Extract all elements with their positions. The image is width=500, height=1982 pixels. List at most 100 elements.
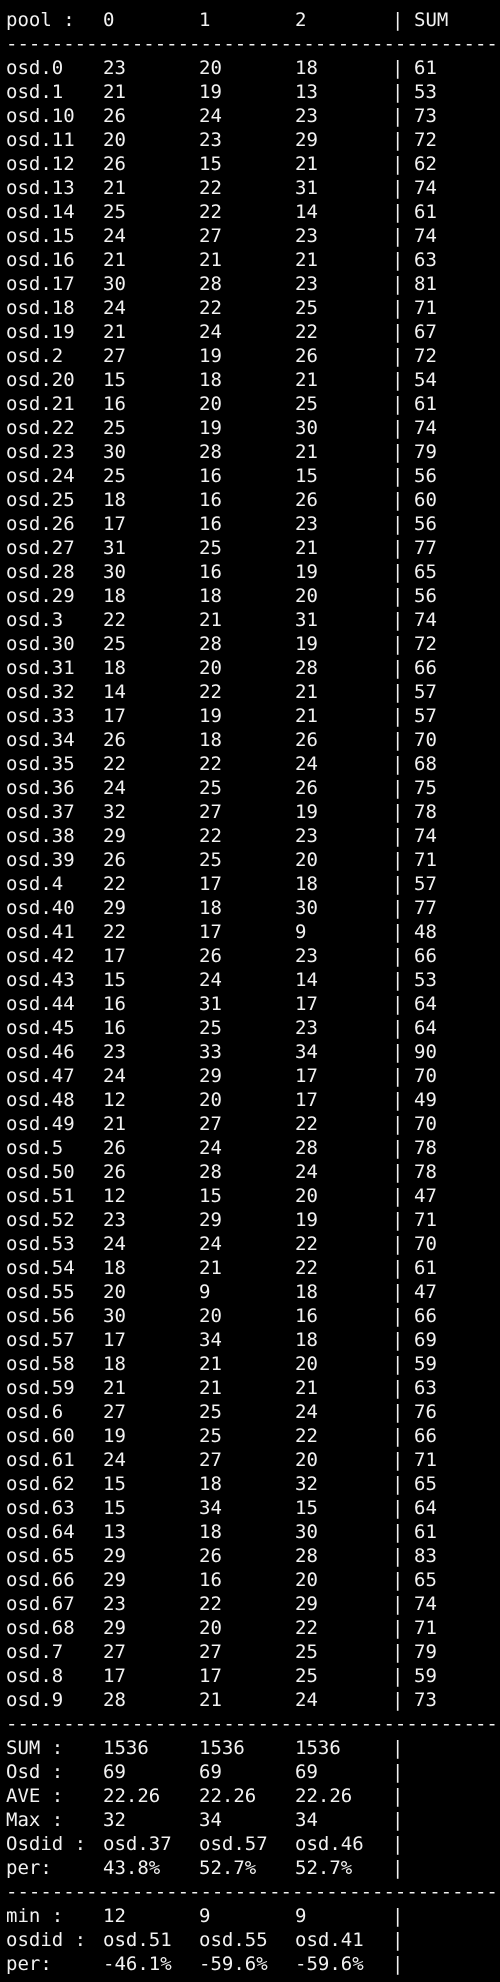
row-label: osd.28 (6, 561, 75, 583)
cell-bar: | (392, 1449, 404, 1471)
cell-pool-2: 30 (295, 897, 318, 919)
cell-pool-0: 24 (103, 225, 126, 247)
cell-bar: | (392, 1665, 404, 1687)
cell-bar: | (392, 1233, 404, 1255)
cell-pool-1: 18 (199, 1473, 222, 1495)
cell-pool-1: 22.26 (199, 1785, 257, 1807)
cell-pool-2: 18 (295, 1281, 318, 1303)
cell-pool-1: 24 (199, 321, 222, 343)
cell-bar: | (392, 1905, 404, 1927)
cell-pool-1: 24 (199, 1137, 222, 1159)
cell-pool-2: 23 (295, 825, 318, 847)
cell-pool-2: 69 (295, 1761, 318, 1783)
cell-bar: | (392, 609, 404, 631)
table-row: osd.38 29 22 23 | 74 (6, 824, 500, 848)
cell-sum: 68 (414, 753, 437, 775)
cell-pool-0: 21 (103, 1113, 126, 1135)
summary-row: Osd : 69 69 69 | (6, 1760, 500, 1784)
cell-pool-0: 24 (103, 1065, 126, 1087)
row-label: min : (6, 1905, 64, 1927)
cell-bar: | (392, 153, 404, 175)
cell-bar: | (392, 1857, 404, 1879)
table-row: osd.5 26 24 28 | 78 (6, 1136, 500, 1160)
cell-pool-0: 21 (103, 1377, 126, 1399)
cell-sum: 67 (414, 321, 437, 343)
cell-bar: | (392, 369, 404, 391)
cell-bar: | (392, 1377, 404, 1399)
table-row: osd.46 23 33 34 | 90 (6, 1040, 500, 1064)
row-label: osd.39 (6, 849, 75, 871)
summary-row: per: 43.8% 52.7% 52.7% | (6, 1856, 500, 1880)
table-row: osd.56 30 20 16 | 66 (6, 1304, 500, 1328)
cell-pool-0: 32 (103, 1809, 126, 1831)
cell-bar: | (392, 585, 404, 607)
row-label: per: (6, 1953, 52, 1975)
row-label: osd.53 (6, 1233, 75, 1255)
cell-pool-0: 26 (103, 1137, 126, 1159)
row-label: osd.66 (6, 1569, 75, 1591)
cell-pool-0: 43.8% (103, 1857, 161, 1879)
table-row: osd.37 32 27 19 | 78 (6, 800, 500, 824)
cell-pool-1: 9 (199, 1905, 211, 1927)
cell-pool-1: 25 (199, 849, 222, 871)
cell-bar: | (392, 1209, 404, 1231)
row-label: osd.57 (6, 1329, 75, 1351)
cell-pool-2: 17 (295, 1089, 318, 1111)
summary-row: Max : 32 34 34 | (6, 1808, 500, 1832)
cell-bar: | (392, 1641, 404, 1663)
table-row: osd.54 18 21 22 | 61 (6, 1256, 500, 1280)
cell-bar: | (392, 753, 404, 775)
cell-pool-2: 21 (295, 369, 318, 391)
table-row: osd.2 27 19 26 | 72 (6, 344, 500, 368)
cell-pool-2: 22 (295, 1257, 318, 1279)
cell-bar: | (392, 1617, 404, 1639)
table-row: osd.14 25 22 14 | 61 (6, 200, 500, 224)
cell-pool-0: 24 (103, 1233, 126, 1255)
cell-sum: 71 (414, 297, 437, 319)
table-row: osd.66 29 16 20 | 65 (6, 1568, 500, 1592)
cell-pool-0: 18 (103, 1257, 126, 1279)
row-label: osd.42 (6, 945, 75, 967)
cell-sum: 56 (414, 585, 437, 607)
cell-pool-1: 20 (199, 1089, 222, 1111)
cell-pool-2: 22 (295, 1113, 318, 1135)
cell-pool-1: 29 (199, 1209, 222, 1231)
cell-pool-0: osd.51 (103, 1929, 172, 1951)
cell-pool-0: 17 (103, 1329, 126, 1351)
table-row: osd.21 16 20 25 | 61 (6, 392, 500, 416)
cell-pool-1: 20 (199, 657, 222, 679)
cell-sum: 70 (414, 1113, 437, 1135)
cell-pool-2: 25 (295, 1665, 318, 1687)
cell-sum: 64 (414, 1497, 437, 1519)
header-col-2: 2 (295, 9, 307, 31)
cell-bar: | (392, 897, 404, 919)
cell-bar: | (392, 1185, 404, 1207)
cell-pool-0: 12 (103, 1089, 126, 1111)
cell-pool-2: 34 (295, 1809, 318, 1831)
cell-pool-1: 9 (199, 1281, 211, 1303)
cell-sum: 47 (414, 1185, 437, 1207)
cell-pool-2: 21 (295, 153, 318, 175)
cell-bar: | (392, 249, 404, 271)
cell-pool-2: 23 (295, 225, 318, 247)
cell-pool-2: 14 (295, 201, 318, 223)
cell-bar: | (392, 825, 404, 847)
cell-pool-1: 19 (199, 345, 222, 367)
table-row: osd.60 19 25 22 | 66 (6, 1424, 500, 1448)
cell-bar: | (392, 1953, 404, 1975)
cell-pool-0: 27 (103, 345, 126, 367)
row-label: osd.25 (6, 489, 75, 511)
cell-bar: | (392, 873, 404, 895)
cell-sum: 64 (414, 993, 437, 1015)
cell-pool-2: 28 (295, 1137, 318, 1159)
cell-sum: 49 (414, 1089, 437, 1111)
cell-pool-0: 1536 (103, 1737, 149, 1759)
cell-bar: | (392, 945, 404, 967)
cell-pool-0: 69 (103, 1761, 126, 1783)
row-label: osd.35 (6, 753, 75, 775)
cell-pool-2: 23 (295, 945, 318, 967)
cell-pool-0: 25 (103, 633, 126, 655)
row-label: osd.55 (6, 1281, 75, 1303)
cell-pool-0: 18 (103, 1353, 126, 1375)
cell-bar: | (392, 777, 404, 799)
